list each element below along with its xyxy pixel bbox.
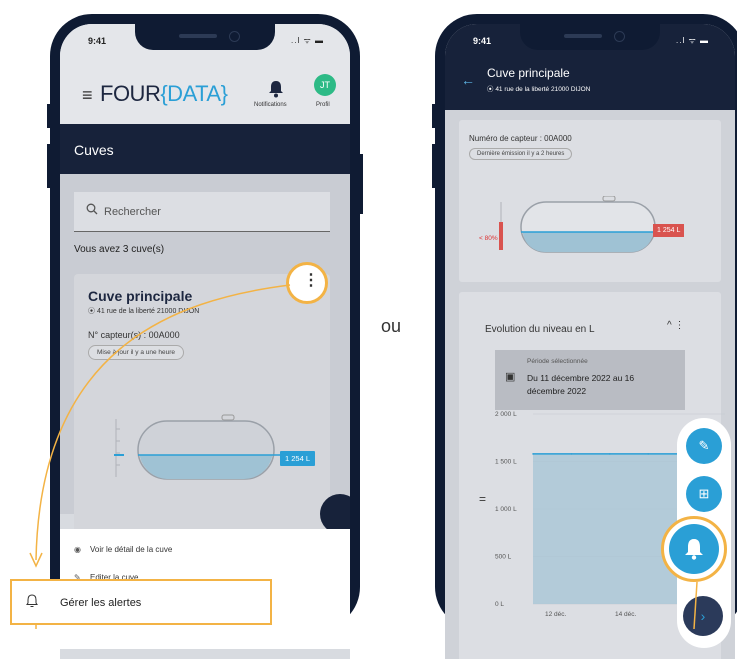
edit-fab[interactable]: ✎	[686, 428, 722, 464]
tank-address-text: 41 rue de la liberté 21000 DIJON	[96, 308, 200, 315]
manage-alerts-item[interactable]: Gérer les alertes	[10, 579, 272, 625]
phone-power-button	[360, 154, 363, 214]
search-placeholder: Rechercher	[104, 206, 161, 218]
notifications-label[interactable]: Notifications	[254, 102, 287, 108]
tank-level-badge: 1 254 L	[280, 451, 316, 466]
tank-card-sensor: N° capteur(s) : 00A000	[88, 330, 180, 340]
status-time: 9:41	[88, 36, 107, 46]
status-time: 9:41	[473, 36, 492, 46]
phone-left-screen: 9:41 ..l ᯤ ▬ ≡ FOUR{DATA} Notifications …	[60, 24, 350, 659]
view-tank-detail-label: Voir le détail de la cuve	[90, 545, 173, 554]
phone-volume-up	[432, 144, 435, 188]
phone-left: 9:41 ..l ᯤ ▬ ≡ FOUR{DATA} Notifications …	[47, 14, 363, 659]
pencil-icon: ✎	[698, 438, 710, 453]
phone-notch	[135, 24, 275, 50]
page-title-bar: Cuves	[60, 124, 350, 174]
bell-icon	[26, 594, 38, 611]
logo-data-text: {DATA}	[160, 81, 228, 106]
phone-right: 9:41 ..l ᯤ ▬ ← Cuve principale ⦿ 41 rue …	[432, 14, 737, 659]
chart-x-tick-label: 14 déc.	[615, 611, 637, 618]
update-status-chip: Mise à jour il y a une heure	[88, 345, 185, 360]
more-vertical-icon: ⋮	[303, 272, 319, 289]
manage-alerts-label: Gérer les alertes	[60, 597, 142, 609]
phone-mute-switch	[47, 104, 50, 128]
status-system-icons: ..l ᯤ ▬	[291, 36, 324, 45]
tank-more-options-button[interactable]: ⋮	[286, 262, 328, 304]
profile-avatar[interactable]: JT	[314, 74, 336, 96]
tank-card-title: Cuve principale	[88, 288, 193, 304]
chart-y-tick-label: 2 000 L	[495, 411, 517, 418]
tank-illustration	[114, 414, 280, 480]
phone-mute-switch	[432, 104, 435, 128]
view-tank-detail-item[interactable]: ◉ Voir le détail de la cuve	[74, 545, 172, 554]
chart-y-tick-label: 0 L	[495, 601, 504, 608]
chart-data-point	[609, 453, 611, 455]
profile-label[interactable]: Profil	[316, 102, 330, 108]
hamburger-menu-icon[interactable]: ≡	[82, 85, 93, 106]
report-fab[interactable]: ⊞	[686, 476, 722, 512]
chart-y-tick-label: 1 500 L	[495, 459, 517, 466]
separator-text: ou	[381, 316, 402, 336]
tank-count-label: Vous avez 3 cuve(s)	[74, 244, 165, 255]
notifications-bell-icon[interactable]	[268, 80, 284, 103]
chart-x-tick-label: 12 déc.	[545, 611, 567, 618]
page-title: Cuves	[74, 142, 114, 158]
tank-card-address: ⦿ 41 rue de la liberté 21000 DIJON	[88, 308, 200, 315]
chevron-right-icon: ›	[700, 608, 706, 624]
eye-icon: ◉	[74, 545, 81, 554]
search-icon	[86, 203, 98, 218]
chart-y-tick-label: 1 000 L	[495, 506, 517, 513]
app-header: ≡ FOUR{DATA} Notifications JT Profil	[60, 52, 350, 124]
app-logo: FOUR{DATA}	[100, 81, 228, 107]
chart-data-point	[570, 453, 573, 455]
phone-volume-up	[47, 144, 50, 188]
logo-text: FOUR	[100, 81, 161, 106]
next-fab[interactable]: ›	[683, 596, 723, 636]
chart-y-tick-label: 500 L	[495, 554, 512, 561]
chart-data-point	[647, 453, 649, 455]
equal-sign: =	[479, 492, 487, 506]
chart-data-point	[532, 453, 534, 455]
phone-notch	[520, 24, 660, 50]
report-icon: ⊞	[698, 486, 710, 501]
search-input[interactable]: Rechercher	[74, 192, 330, 232]
bell-icon	[669, 524, 719, 574]
status-system-icons: ..l ᯤ ▬	[676, 36, 709, 45]
manage-alerts-fab[interactable]	[661, 516, 727, 582]
